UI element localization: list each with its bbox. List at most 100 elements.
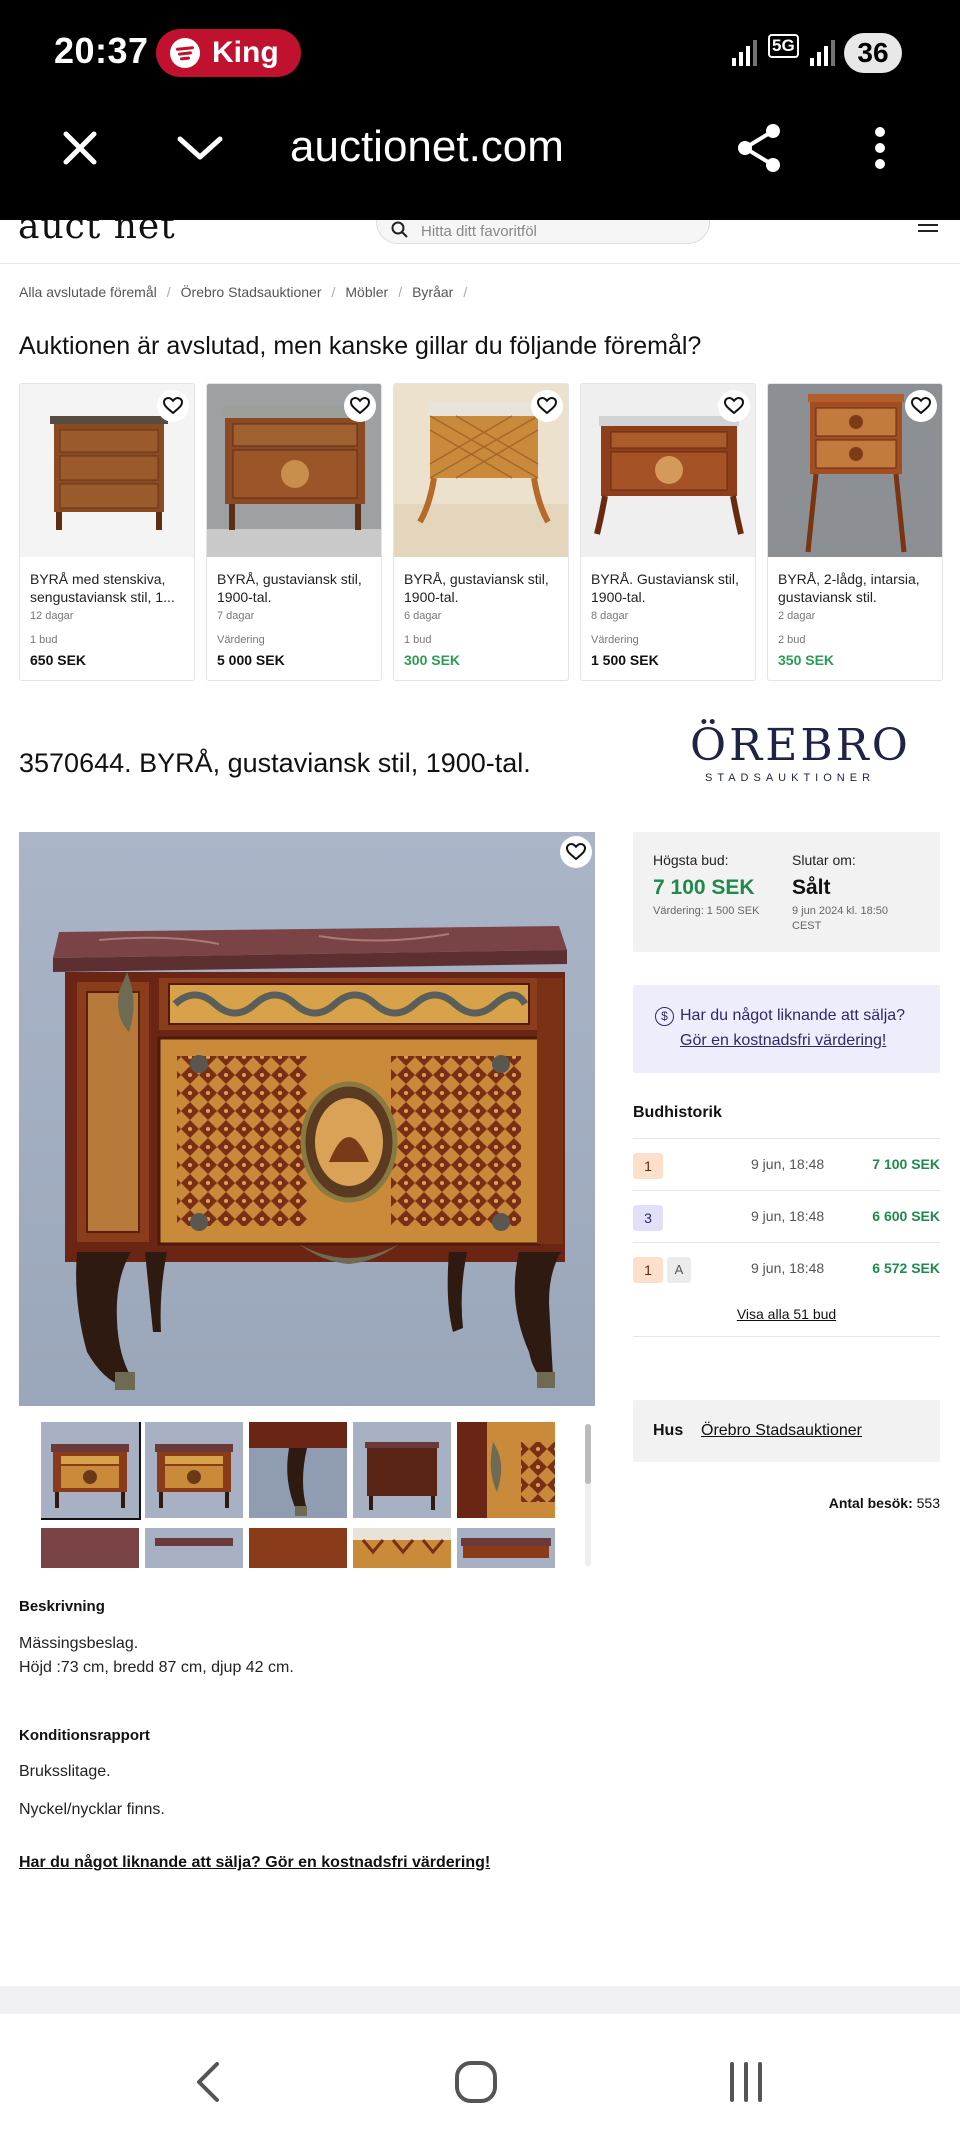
- search-placeholder: Hitta ditt favoritföl: [421, 223, 537, 240]
- heart-icon: [724, 397, 744, 415]
- thumbnail[interactable]: [249, 1422, 347, 1518]
- heart-icon: [350, 397, 370, 415]
- hamburger-menu-icon[interactable]: [918, 220, 938, 232]
- valuation-cta[interactable]: $ Har du något liknande att sälja? Gör e…: [633, 985, 940, 1073]
- battery-indicator: 36: [844, 33, 902, 73]
- valuation-cta-link[interactable]: Gör en kostnadsfri värdering!: [680, 1032, 886, 1050]
- search-icon: [391, 221, 408, 238]
- favorite-button[interactable]: [531, 390, 563, 422]
- breadcrumb-item[interactable]: Möbler: [345, 284, 388, 300]
- sell-cta-link[interactable]: Har du något liknande att sälja? Gör en …: [19, 1854, 490, 1872]
- item-time-left: 8 dagar: [591, 610, 629, 622]
- item-price: 350 SEK: [778, 652, 835, 668]
- breadcrumb-item[interactable]: Byråar: [412, 284, 453, 300]
- recents-button[interactable]: [716, 2052, 776, 2112]
- item-title: BYRÅ, gustaviansk stil, 1900-tal.: [404, 571, 549, 605]
- spotify-icon: [170, 38, 200, 68]
- house-logo-main: ÖREBRO: [690, 720, 911, 771]
- close-icon: [63, 131, 97, 165]
- favorite-button[interactable]: [560, 836, 592, 868]
- breadcrumb-item[interactable]: Örebro Stadsauktioner: [181, 284, 322, 300]
- thumbnail-strip[interactable]: [41, 1422, 561, 1568]
- status-time: 20:37: [54, 30, 149, 71]
- favorite-button[interactable]: [344, 390, 376, 422]
- description-line: Mässingsbeslag.: [19, 1635, 139, 1652]
- visit-count-label: Antal besök:: [828, 1495, 913, 1511]
- site-header: auct net Hitta ditt favoritföl: [0, 220, 960, 264]
- bid-amount: 7 100 SEK: [872, 1156, 940, 1172]
- site-search[interactable]: Hitta ditt favoritföl: [376, 220, 710, 244]
- bid-summary: Högsta bud: 7 100 SEK Värdering: 1 500 S…: [633, 832, 940, 952]
- signal-icon: [732, 38, 757, 66]
- site-logo[interactable]: auct net: [18, 220, 176, 247]
- bid-time: 9 jun, 18:48: [751, 1260, 825, 1276]
- thumbnail[interactable]: [457, 1528, 555, 1568]
- ends-value: Sålt: [792, 876, 831, 899]
- heart-icon: [537, 397, 557, 415]
- recommendation-card[interactable]: BYRÅ med stenskiva, sengustaviansk stil,…: [19, 383, 195, 681]
- description-line: Höjd :73 cm, bredd 87 cm, djup 42 cm.: [19, 1659, 294, 1676]
- recommendation-card[interactable]: BYRÅ, 2-lådg, intarsia, gustaviansk stil…: [767, 383, 943, 681]
- close-tab-button[interactable]: [50, 118, 110, 178]
- collapse-button[interactable]: [170, 118, 230, 178]
- item-price: 650 SEK: [30, 652, 87, 668]
- valuation-cta-question: Har du något liknande att sälja?: [680, 1007, 906, 1024]
- show-all-bids-link[interactable]: Visa alla 51 bud: [633, 1306, 940, 1322]
- bid-time: 9 jun, 18:48: [751, 1156, 825, 1172]
- favorite-button[interactable]: [905, 390, 937, 422]
- ends-timezone: CEST: [792, 920, 822, 932]
- now-playing-label: King: [212, 36, 279, 69]
- thumbnail[interactable]: [353, 1422, 451, 1518]
- auction-house-logo[interactable]: ÖREBRO STADSAUKTIONER: [690, 720, 911, 785]
- recents-icon: [730, 2062, 762, 2102]
- bid-amount: 6 572 SEK: [872, 1260, 940, 1276]
- divider: [633, 1336, 940, 1337]
- bid-history-row: 1 9 jun, 18:48 7 100 SEK: [633, 1138, 940, 1190]
- thumbnail[interactable]: [145, 1422, 243, 1518]
- recommendation-card[interactable]: BYRÅ, gustaviansk stil, 1900-tal. 7 daga…: [206, 383, 382, 681]
- item-time-left: 2 dagar: [778, 610, 816, 622]
- bidder-number-badge: 3: [633, 1205, 663, 1231]
- now-playing-pill[interactable]: King: [156, 29, 301, 77]
- recommendation-card[interactable]: BYRÅ. Gustaviansk stil, 1900-tal. 8 daga…: [580, 383, 756, 681]
- lot-title: 3570644. BYRÅ, gustaviansk stil, 1900-ta…: [19, 748, 531, 778]
- more-options-button[interactable]: [850, 118, 910, 178]
- share-button[interactable]: [730, 118, 790, 178]
- thumbnail[interactable]: [145, 1528, 243, 1568]
- breadcrumb-item[interactable]: Alla avslutade föremål: [19, 284, 157, 300]
- back-button[interactable]: [178, 2052, 238, 2112]
- ends-date: 9 jun 2024 kl. 18:50: [792, 905, 889, 917]
- ends-label: Slutar om:: [792, 852, 856, 868]
- item-time-left: 12 dagar: [30, 610, 74, 622]
- main-item-photo[interactable]: [19, 832, 595, 1406]
- bid-amount: 6 600 SEK: [872, 1208, 940, 1224]
- bidder-number-badge: 1: [633, 1257, 663, 1283]
- auto-bid-badge: A: [667, 1257, 691, 1283]
- thumbnail[interactable]: [249, 1528, 347, 1568]
- highest-bid-value: 7 100 SEK: [653, 876, 755, 899]
- heart-icon: [566, 843, 586, 861]
- thumbnail[interactable]: [41, 1422, 141, 1520]
- heart-icon: [163, 397, 183, 415]
- visit-count-value: 553: [916, 1495, 940, 1511]
- thumbnail[interactable]: [41, 1528, 139, 1568]
- bid-history-title: Budhistorik: [633, 1104, 722, 1121]
- signal-icon-2: [810, 38, 835, 66]
- thumbnail[interactable]: [353, 1528, 451, 1568]
- favorite-button[interactable]: [718, 390, 750, 422]
- home-button[interactable]: [446, 2052, 506, 2112]
- share-icon: [738, 124, 780, 172]
- url-bar[interactable]: auctionet.com: [290, 122, 564, 172]
- bid-history-row: 3 9 jun, 18:48 6 600 SEK: [633, 1190, 940, 1242]
- house-link[interactable]: Örebro Stadsauktioner: [701, 1422, 862, 1440]
- item-title: BYRÅ, gustaviansk stil, 1900-tal.: [217, 571, 362, 605]
- highest-bid-label: Högsta bud:: [653, 852, 729, 868]
- thumbnail[interactable]: [457, 1422, 555, 1518]
- thumbnail-scrollbar[interactable]: [585, 1424, 591, 1484]
- item-bid-info: 1 bud: [404, 634, 432, 646]
- house-logo-sub: STADSAUKTIONER: [704, 772, 876, 784]
- favorite-button[interactable]: [157, 390, 189, 422]
- home-icon: [455, 2061, 497, 2103]
- recommendation-card[interactable]: BYRÅ, gustaviansk stil, 1900-tal. 6 daga…: [393, 383, 569, 681]
- browser-chrome: 20:37 King 5G 36 auctionet.com: [0, 0, 960, 220]
